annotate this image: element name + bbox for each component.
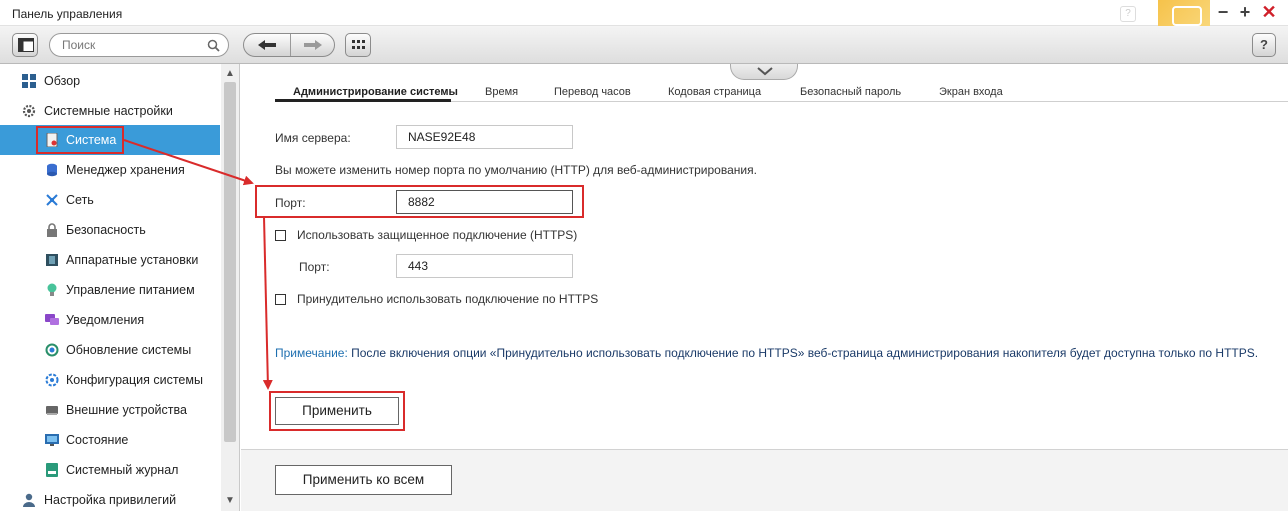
scroll-up-icon[interactable]: ▲ (221, 66, 239, 82)
window-title: Панель управления (12, 7, 123, 21)
tab-code-page[interactable]: Кодовая страница (668, 86, 761, 102)
port-hint-text: Вы можете изменить номер порта по умолча… (275, 163, 757, 177)
config-icon (45, 373, 59, 387)
tab-bar: Администрирование системы Время Перевод … (275, 86, 1288, 102)
sidebar-item-label: Конфигурация системы (66, 373, 203, 387)
sidebar-item-label: Аппаратные установки (66, 253, 199, 267)
search-box[interactable] (49, 33, 229, 57)
update-icon (45, 343, 59, 357)
notification-icon (45, 314, 59, 325)
collapse-toggle[interactable] (730, 64, 798, 80)
user-icon (23, 493, 35, 507)
https-port-label: Порт: (299, 260, 330, 274)
sidebar-item-system-update[interactable]: Обновление системы (0, 335, 220, 365)
log-icon (46, 463, 58, 477)
scroll-down-icon[interactable]: ▼ (221, 493, 239, 509)
sidebar-item-system-settings[interactable]: Системные настройки (0, 96, 220, 126)
sidebar-item-power[interactable]: Управление питанием (0, 275, 220, 305)
lock-icon (47, 223, 57, 237)
port-label: Порт: (275, 196, 306, 210)
sidebar-item-external-devices[interactable]: Внешние устройства (0, 395, 220, 425)
sidebar-item-notifications[interactable]: Уведомления (0, 305, 220, 335)
title-bar: Панель управления ? − + ✕ (0, 0, 1288, 26)
main-panel: Администрирование системы Время Перевод … (241, 64, 1288, 511)
history-nav (243, 33, 335, 57)
https-checkbox[interactable] (275, 230, 286, 241)
search-icon[interactable] (207, 39, 220, 52)
sidebar-item-label: Безопасность (66, 223, 146, 237)
sidebar-item-label: Уведомления (66, 313, 145, 327)
sidebar-item-system-config[interactable]: Конфигурация системы (0, 365, 220, 395)
help-button[interactable]: ? (1252, 33, 1276, 57)
sidebar-item-label: Системный журнал (66, 463, 179, 477)
sidebar: Обзор Системные настройки Система Менедж… (0, 64, 240, 511)
footer-bar: Применить ко всем (241, 449, 1288, 511)
storage-icon (47, 163, 57, 177)
decorative-app-icon (1158, 0, 1210, 26)
tab-time[interactable]: Время (485, 86, 518, 102)
force-https-checkbox[interactable] (275, 294, 286, 305)
status-monitor-icon (45, 434, 59, 446)
https-port-field[interactable] (396, 254, 573, 278)
note-text: Примечание: После включения опции «Прину… (275, 342, 1265, 365)
sidebar-item-security[interactable]: Безопасность (0, 215, 220, 245)
highlight-system-item (36, 126, 124, 154)
apply-button[interactable]: Применить (275, 397, 399, 425)
sidebar-item-label: Настройка привилегий (44, 493, 177, 507)
sidebar-item-label: Управление питанием (66, 283, 195, 297)
sidebar-item-privileges[interactable]: Настройка привилегий (0, 485, 220, 511)
server-name-label: Имя сервера: (275, 131, 351, 145)
active-tab-indicator (275, 99, 451, 102)
network-icon (46, 194, 58, 206)
tab-daylight-saving[interactable]: Перевод часов (554, 86, 631, 102)
power-icon (47, 283, 57, 296)
gear-icon (22, 104, 36, 118)
arrow-left-icon (258, 40, 276, 50)
grid-icon (352, 40, 365, 49)
sidebar-item-label: Обзор (44, 74, 81, 88)
ghost-help-icon: ? (1120, 6, 1136, 22)
sidebar-item-label: Обновление системы (66, 343, 192, 357)
overview-icon (22, 74, 36, 88)
sidebar-item-label: Сеть (66, 193, 94, 207)
server-name-field[interactable] (396, 125, 573, 149)
https-checkbox-label: Использовать защищенное подключение (HTT… (297, 228, 578, 242)
http-port-field[interactable] (396, 190, 573, 214)
external-device-icon (46, 406, 58, 415)
minimize-button[interactable]: − (1214, 3, 1232, 21)
sidebar-item-system-log[interactable]: Системный журнал (0, 455, 220, 485)
sidebar-item-label: Внешние устройства (66, 403, 187, 417)
sidebar-item-overview[interactable]: Обзор (0, 66, 220, 96)
note-body: После включения опции «Принудительно исп… (347, 346, 1259, 360)
sidebar-item-label: Состояние (66, 433, 129, 447)
scroll-thumb[interactable] (224, 82, 236, 442)
arrow-right-icon (304, 40, 322, 50)
sidebar-item-status[interactable]: Состояние (0, 425, 220, 455)
tab-secure-password[interactable]: Безопасный пароль (800, 86, 901, 102)
sidebar-item-label: Менеджер хранения (66, 163, 185, 177)
hardware-icon (46, 254, 58, 266)
chevron-down-icon (757, 67, 773, 76)
tab-login-screen[interactable]: Экран входа (939, 86, 1003, 102)
force-https-label: Принудительно использовать подключение п… (297, 292, 599, 306)
maximize-button[interactable]: + (1236, 3, 1254, 21)
sidebar-item-network[interactable]: Сеть (0, 185, 220, 215)
back-button[interactable] (244, 34, 290, 56)
sidebar-scrollbar[interactable]: ▲ ▼ (221, 64, 239, 511)
toolbar: ? (0, 26, 1288, 64)
apply-all-button[interactable]: Применить ко всем (275, 465, 452, 495)
note-prefix: Примечание: (275, 346, 348, 360)
toggle-sidebar-button[interactable] (12, 33, 38, 57)
close-button[interactable]: ✕ (1260, 3, 1278, 21)
search-input[interactable] (62, 38, 202, 52)
sidebar-panel-icon (18, 38, 34, 52)
sidebar-item-label: Системные настройки (44, 104, 173, 118)
sidebar-item-hardware[interactable]: Аппаратные установки (0, 245, 220, 275)
forward-button[interactable] (291, 34, 334, 56)
apps-grid-button[interactable] (345, 33, 371, 57)
sidebar-item-storage-manager[interactable]: Менеджер хранения (0, 155, 220, 185)
